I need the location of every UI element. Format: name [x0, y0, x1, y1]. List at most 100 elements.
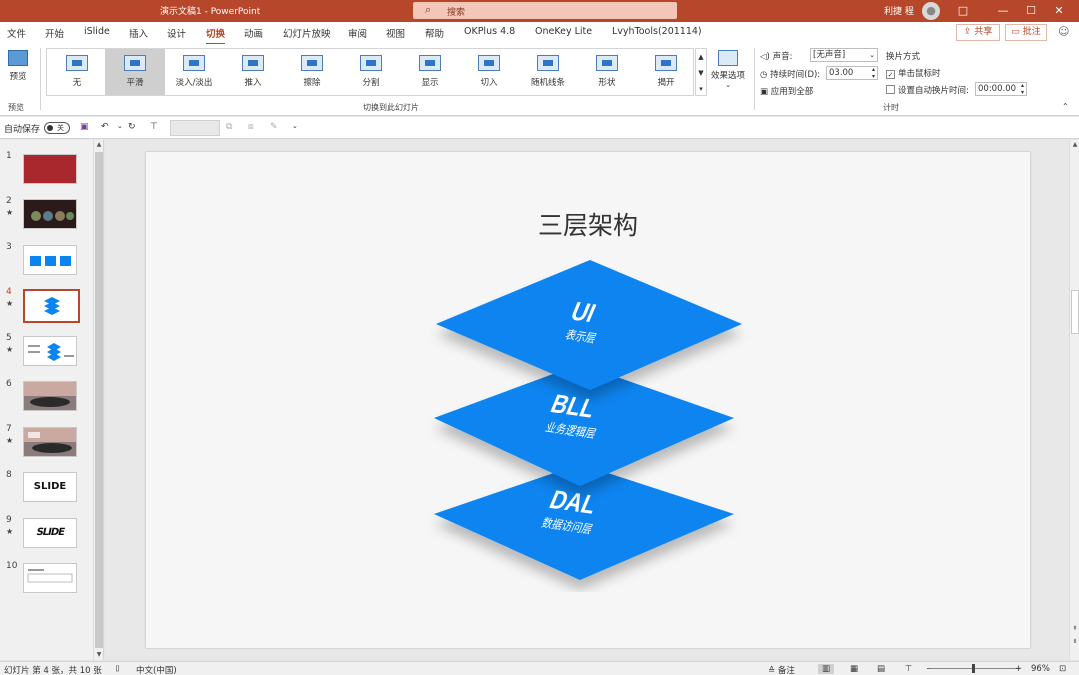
zoom-level[interactable]: 96% [1031, 664, 1050, 674]
scroll-thumb[interactable] [95, 152, 103, 648]
tab-islide[interactable]: iSlide [84, 26, 110, 37]
zoom-slider-knob[interactable] [972, 664, 975, 673]
close-button[interactable]: ✕ [1046, 2, 1072, 20]
tab-slideshow[interactable]: 幻灯片放映 [283, 26, 331, 40]
tab-insert[interactable]: 插入 [129, 26, 148, 40]
tab-file[interactable]: 文件 [7, 26, 26, 40]
spinner-icon[interactable]: ▴ ▾ [1021, 82, 1024, 96]
collapse-ribbon-icon[interactable]: ⌃ [1062, 102, 1069, 111]
transition-morph[interactable]: 平滑 [105, 49, 165, 95]
slide-thumb-4[interactable] [23, 289, 80, 323]
present-icon[interactable]: ⊤ [150, 122, 158, 132]
language[interactable]: 中文(中国) [136, 664, 177, 675]
title-bar: 演示文稿1 - PowerPoint ⌕ 搜索 利捷 程 ● □ — ☐ ✕ [0, 0, 1079, 22]
zoom-in-icon[interactable]: + [1015, 664, 1022, 674]
share-button[interactable]: ⇪ 共享 [956, 24, 1000, 41]
scroll-down-icon[interactable]: ▼ [94, 650, 104, 660]
transition-shape[interactable]: 形状 [577, 49, 637, 95]
spelling-icon[interactable]: ⌷ [115, 664, 120, 674]
slide-thumb-8[interactable]: SLIDE [23, 472, 77, 502]
redo-icon[interactable]: ↻ [128, 122, 136, 132]
zoom-slider[interactable] [930, 668, 1020, 669]
reading-view-icon[interactable]: ▤ [877, 664, 885, 674]
slide-thumb-7[interactable] [23, 427, 77, 457]
sound-select[interactable]: [无声音] ⌄ [810, 48, 878, 62]
menu-bar: 文件 开始 iSlide 插入 设计 切换 动画 幻灯片放映 审阅 视图 帮助 … [0, 22, 1079, 45]
transition-cut[interactable]: 切入 [459, 49, 519, 95]
slideshow-icon[interactable]: ⊤ [905, 664, 912, 674]
on-click-checkbox[interactable]: ✓ 单击鼠标时 [886, 67, 941, 79]
save-icon[interactable]: ▣ [80, 122, 89, 132]
transition-push[interactable]: 推入 [223, 49, 283, 95]
transition-split[interactable]: 分割 [341, 49, 401, 95]
checkbox-checked-icon: ✓ [886, 70, 895, 79]
slide-thumb-5[interactable] [23, 336, 77, 366]
slide-title[interactable]: 三层架构 [146, 206, 1030, 242]
slide-thumb-9[interactable]: SLIDE [23, 518, 77, 548]
next-slide-icon[interactable]: ⇟ [1070, 637, 1079, 647]
tab-transitions[interactable]: 切换 [206, 26, 226, 45]
duration-input[interactable]: 03.00 ▴ ▾ [826, 66, 878, 80]
transition-morph-icon [124, 55, 146, 71]
tab-review[interactable]: 审阅 [348, 26, 367, 40]
scroll-thumb[interactable] [1071, 290, 1079, 334]
preview-button[interactable]: 预览 [4, 50, 32, 90]
chevron-up-icon[interactable]: ▲ [696, 49, 706, 65]
gallery-scroll[interactable]: ▲ ▼ ▾ [695, 48, 707, 96]
ribbon-display-icon[interactable]: □ [950, 2, 976, 20]
animation-star-icon: ★ [6, 299, 14, 308]
thumbnail-scrollbar[interactable]: ▲ ▼ [93, 140, 103, 660]
slide-thumb-1[interactable] [23, 154, 77, 184]
minimize-button[interactable]: — [990, 2, 1016, 20]
tab-design[interactable]: 设计 [167, 26, 186, 40]
slide-thumb-10[interactable] [23, 563, 77, 593]
transition-random-bars[interactable]: 随机线条 [518, 49, 578, 95]
maximize-button[interactable]: ☐ [1018, 2, 1044, 20]
fit-slide-icon[interactable]: ⊡ [1059, 664, 1066, 674]
tab-lvyhtools[interactable]: LvyhTools(201114) [612, 26, 702, 37]
comment-button[interactable]: ▭ 批注 [1005, 24, 1047, 41]
feedback-icon[interactable]: ☺ [1058, 25, 1069, 38]
editor-scrollbar[interactable]: ▲ ⇞ ⇟ [1069, 140, 1079, 660]
tab-okplus[interactable]: OKPlus 4.8 [464, 26, 515, 37]
status-bar: 幻灯片 第 4 张，共 10 张 ⌷ 中文(中国) ≙ 备注 ▥ ▦ ▤ ⊤ −… [0, 661, 1079, 675]
spinner-icon[interactable]: ▴ ▾ [872, 66, 875, 80]
transition-fade[interactable]: 淡入/淡出 [164, 49, 224, 95]
user-name[interactable]: 利捷 程 [884, 4, 914, 17]
slide-thumb-2[interactable] [23, 199, 77, 229]
sound-label: ◁) 声音: [760, 52, 793, 62]
advance-title: 换片方式 [886, 52, 921, 62]
slide-thumb-3[interactable] [23, 245, 77, 275]
apply-all-button[interactable]: ▣ 应用到全部 [760, 85, 813, 97]
avatar[interactable]: ● [922, 2, 940, 20]
transition-none[interactable]: 无 [47, 49, 107, 95]
transition-uncover[interactable]: 揭开 [636, 49, 696, 95]
tab-animations[interactable]: 动画 [244, 26, 263, 40]
current-slide[interactable]: 三层架构 DAL 数据访问层 BLL 业务逻辑层 UI 表示层 [146, 152, 1030, 648]
effect-options-button[interactable]: 效果选项 ⌄ [708, 50, 748, 94]
slide-sorter-icon[interactable]: ▦ [850, 664, 858, 674]
search-box[interactable]: ⌕ 搜索 [413, 2, 677, 19]
transition-reveal[interactable]: 显示 [400, 49, 460, 95]
gallery-more-icon[interactable]: ▾ [696, 81, 706, 97]
slide-thumb-6[interactable] [23, 381, 77, 411]
chevron-down-icon[interactable]: ⌄ [117, 122, 123, 130]
notes-button[interactable]: ≙ 备注 [768, 664, 795, 675]
scroll-up-icon[interactable]: ▲ [1070, 140, 1079, 150]
scroll-up-icon[interactable]: ▲ [94, 140, 104, 150]
tab-help[interactable]: 帮助 [425, 26, 444, 40]
auto-advance-input[interactable]: 00:00.00 ▴ ▾ [975, 82, 1027, 96]
tab-home[interactable]: 开始 [45, 26, 64, 40]
autosave-toggle[interactable]: 关 [44, 122, 70, 134]
tab-view[interactable]: 视图 [386, 26, 405, 40]
customize-toolbar-icon[interactable]: ⌄ [292, 122, 298, 130]
undo-icon[interactable]: ↶ [101, 122, 109, 132]
slide-number: 6 [6, 379, 12, 389]
transition-wipe[interactable]: 擦除 [282, 49, 342, 95]
prev-slide-icon[interactable]: ⇞ [1070, 624, 1079, 634]
tab-onekey[interactable]: OneKey Lite [535, 26, 592, 37]
zoom-out-icon[interactable]: − [926, 664, 933, 674]
auto-advance-checkbox[interactable]: 设置自动换片时间: [886, 84, 969, 96]
normal-view-icon[interactable]: ▥ [818, 664, 835, 674]
chevron-down-icon[interactable]: ▼ [696, 65, 706, 81]
